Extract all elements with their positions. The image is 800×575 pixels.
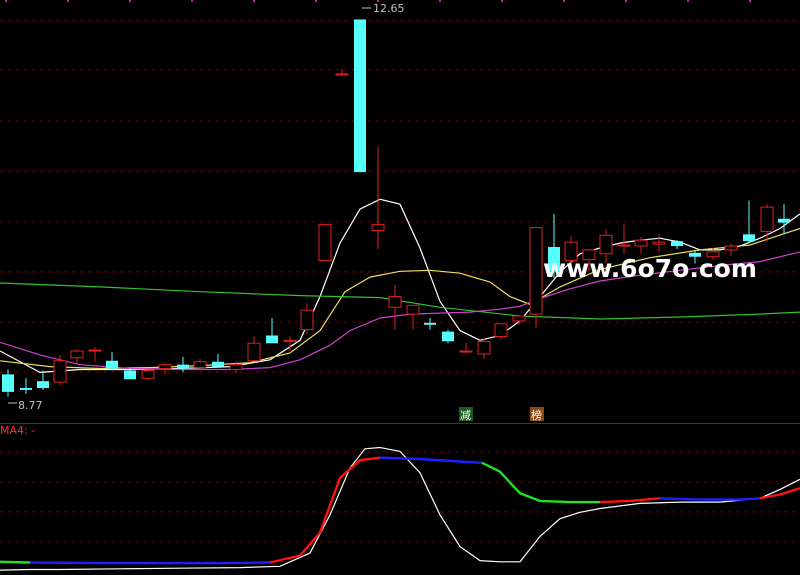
top-tick-4 [253, 0, 255, 2]
badge-bang[interactable]: 榜 [531, 408, 542, 422]
candle-body-30 [529, 227, 543, 315]
candle-body-7 [124, 370, 136, 380]
candle-body-24 [424, 322, 436, 325]
top-tick-5 [315, 0, 317, 2]
badge-jian[interactable]: 减 [460, 409, 471, 422]
candle-body-14 [247, 342, 261, 362]
indicator-label: MA4: - [0, 424, 35, 437]
top-tick-10 [625, 0, 627, 2]
candle-body-19 [335, 73, 349, 76]
candle-body-25 [442, 331, 454, 342]
candle-body-6 [106, 360, 118, 369]
top-tick-0 [5, 0, 7, 2]
candle-body-4 [70, 350, 84, 359]
top-tick-7 [439, 0, 441, 2]
indicator-segment-1 [29, 561, 271, 565]
top-tick-8 [501, 0, 503, 2]
stock-chart: 12.65 8.77 减 榜 www.6o7o.com MA4: - [0, 0, 800, 575]
candle-body-1 [20, 387, 32, 390]
candle-body-21 [371, 224, 385, 231]
candle-body-20 [354, 19, 366, 173]
watermark: www.6o7o.com [543, 254, 757, 283]
candle-body-23 [406, 304, 420, 315]
top-tick-3 [191, 0, 193, 2]
candle-body-38 [671, 241, 683, 247]
top-tick-9 [563, 0, 565, 2]
candle-body-37 [652, 241, 666, 245]
candle-body-13 [229, 364, 243, 371]
candle-body-3 [53, 360, 67, 383]
candle-body-2 [37, 381, 49, 388]
top-tick-11 [687, 0, 689, 2]
candle-body-9 [158, 364, 172, 370]
top-tick-2 [129, 0, 131, 2]
candle-body-27 [477, 340, 491, 355]
candle-body-18 [318, 224, 332, 262]
low-price-label: 8.77 [18, 399, 43, 412]
top-tick-1 [67, 0, 69, 2]
candle-body-34 [599, 234, 613, 255]
candle-body-16 [283, 339, 297, 342]
candle-body-22 [388, 296, 402, 308]
indicator-segment-6 [659, 497, 761, 501]
candle-body-44 [778, 218, 790, 223]
candle-body-8 [141, 369, 155, 379]
candle-body-43 [760, 206, 774, 232]
candle-body-36 [634, 239, 648, 247]
top-tick-12 [749, 0, 751, 2]
candle-body-35 [617, 244, 631, 247]
candle-body-0 [2, 374, 14, 392]
candle-body-5 [88, 349, 102, 352]
candle-body-12 [212, 361, 224, 367]
indicator-segment-0 [0, 560, 31, 564]
candle-body-29 [512, 315, 526, 322]
candle-body-15 [266, 335, 278, 344]
candle-body-17 [300, 309, 314, 331]
candle-body-10 [177, 364, 189, 369]
high-price-label: 12.65 [373, 2, 405, 15]
candle-body-42 [743, 234, 755, 242]
candle-body-41 [724, 245, 738, 251]
candle-body-11 [193, 361, 207, 369]
candle-body-28 [494, 323, 508, 337]
candle-body-26 [459, 350, 473, 353]
